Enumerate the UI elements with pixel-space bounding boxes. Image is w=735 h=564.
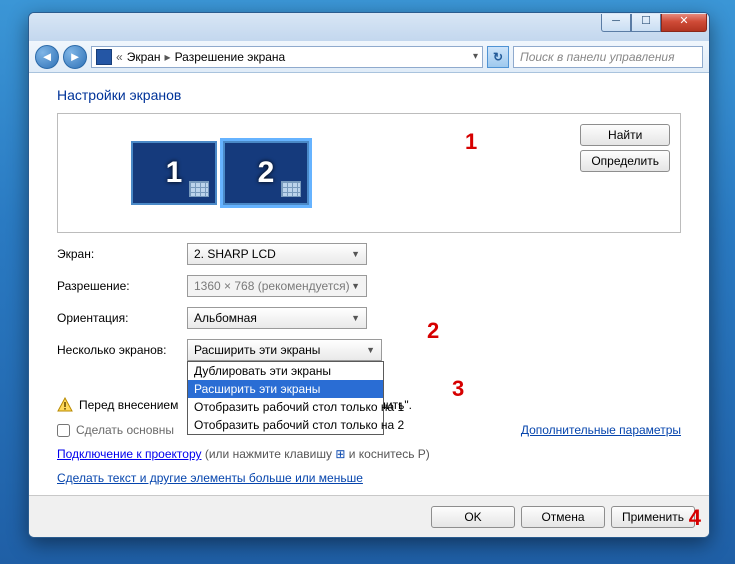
textsize-link[interactable]: Сделать текст и другие элементы больше и… xyxy=(57,471,681,485)
projector-hint-b: и коснитесь P) xyxy=(349,447,430,461)
breadcrumb-item[interactable]: Разрешение экрана xyxy=(175,50,286,64)
address-bar[interactable]: « Экран ▸ Разрешение экрана ▾ xyxy=(91,46,483,68)
make-primary-label: Сделать основны xyxy=(76,423,174,437)
resolution-select[interactable]: 1360 × 768 (рекомендуется) ▼ xyxy=(187,275,367,297)
screen-select[interactable]: 2. SHARP LCD ▼ xyxy=(187,243,367,265)
content: Настройки экранов 1 2 3 1 2 Найти Опреде… xyxy=(29,73,709,495)
close-button[interactable]: ✕ xyxy=(661,14,707,32)
monitor-grid-icon xyxy=(281,181,301,197)
titlebar: ─ ☐ ✕ xyxy=(29,13,709,41)
chevron-down-icon: ▼ xyxy=(366,345,375,355)
nav-row: ◄ ► « Экран ▸ Разрешение экрана ▾ ↻ Поис… xyxy=(29,41,709,73)
forward-button[interactable]: ► xyxy=(63,45,87,69)
multi-display-select[interactable]: Расширить эти экраны ▼ Дублировать эти э… xyxy=(187,339,382,361)
display-preview: 1 2 Найти Определить xyxy=(57,113,681,233)
page-heading: Настройки экранов xyxy=(57,87,681,103)
warning-icon xyxy=(57,397,73,413)
monitor-number: 1 xyxy=(166,156,183,190)
window: ─ ☐ ✕ ◄ ► « Экран ▸ Разрешение экрана ▾ … xyxy=(28,12,710,538)
orientation-value: Альбомная xyxy=(194,311,257,325)
advanced-link[interactable]: Дополнительные параметры xyxy=(521,423,681,437)
multi-value: Расширить эти экраны xyxy=(194,343,320,357)
warning-text: Перед внесением xyxy=(79,398,178,412)
find-button[interactable]: Найти xyxy=(580,124,670,146)
maximize-button[interactable]: ☐ xyxy=(631,14,661,32)
multi-option-extend[interactable]: Расширить эти экраны xyxy=(188,380,383,398)
annotation-3: 3 xyxy=(452,376,464,402)
monitor-2[interactable]: 2 xyxy=(223,141,309,205)
search-input[interactable]: Поиск в панели управления xyxy=(513,46,703,68)
projector-link-row: Подключение к проектору (или нажмите кла… xyxy=(57,447,681,461)
annotation-2: 2 xyxy=(427,318,439,344)
apply-button[interactable]: Применить xyxy=(611,506,695,528)
projector-hint-a: (или нажмите клавишу xyxy=(205,447,332,461)
refresh-button[interactable]: ↻ xyxy=(487,46,509,68)
resolution-value: 1360 × 768 (рекомендуется) xyxy=(194,279,350,293)
monitor-grid-icon xyxy=(189,181,209,197)
windows-key-icon: ⊞ xyxy=(335,447,345,461)
annotation-4: 4 xyxy=(689,505,701,531)
chevron-down-icon[interactable]: ▾ xyxy=(473,51,478,62)
orientation-select[interactable]: Альбомная ▼ xyxy=(187,307,367,329)
multi-option-only2[interactable]: Отобразить рабочий стол только на 2 xyxy=(188,416,383,434)
projector-link[interactable]: Подключение к проектору xyxy=(57,447,202,461)
orientation-label: Ориентация: xyxy=(57,311,187,325)
multi-label: Несколько экранов: xyxy=(57,343,187,357)
monitor-1[interactable]: 1 xyxy=(131,141,217,205)
multi-display-dropdown: Дублировать эти экраны Расширить эти экр… xyxy=(187,361,384,435)
identify-button[interactable]: Определить xyxy=(580,150,670,172)
multi-option-only1[interactable]: Отобразить рабочий стол только на 1 xyxy=(188,398,383,416)
screen-label: Экран: xyxy=(57,247,187,261)
back-button[interactable]: ◄ xyxy=(35,45,59,69)
ok-button[interactable]: OK xyxy=(431,506,515,528)
make-primary-checkbox[interactable] xyxy=(57,424,70,437)
footer: OK Отмена Применить 4 xyxy=(29,495,709,537)
cancel-button[interactable]: Отмена xyxy=(521,506,605,528)
multi-option-duplicate[interactable]: Дублировать эти экраны xyxy=(188,362,383,380)
minimize-button[interactable]: ─ xyxy=(601,14,631,32)
resolution-label: Разрешение: xyxy=(57,279,187,293)
chevron-down-icon: ▼ xyxy=(351,281,360,291)
screen-value: 2. SHARP LCD xyxy=(194,247,276,261)
chevron-down-icon: ▼ xyxy=(351,249,360,259)
breadcrumb-item[interactable]: Экран xyxy=(127,50,161,64)
chevron-down-icon: ▼ xyxy=(351,313,360,323)
breadcrumb-sep-icon: « xyxy=(116,50,123,64)
monitor-number: 2 xyxy=(258,156,275,190)
chevron-right-icon: ▸ xyxy=(165,50,171,64)
display-icon xyxy=(96,49,112,65)
